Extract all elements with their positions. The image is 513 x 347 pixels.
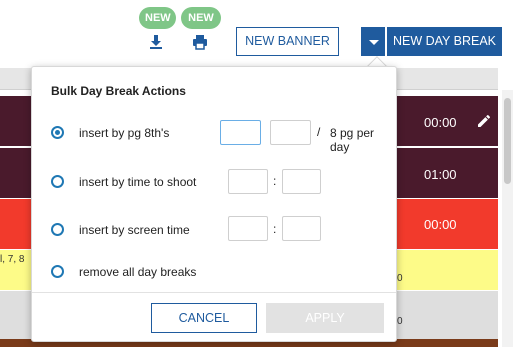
radio-insert-by-pg-8ths[interactable] [51, 126, 64, 139]
colon-separator: : [273, 174, 277, 188]
popover-footer-divider [32, 292, 396, 293]
option-label: insert by pg 8th's [79, 126, 170, 140]
scene-value: 0 [397, 273, 403, 284]
option-label: remove all day breaks [79, 265, 197, 279]
popover-title: Bulk Day Break Actions [51, 84, 186, 98]
screen-time-minutes-input[interactable] [282, 216, 321, 241]
new-banner-button[interactable]: NEW BANNER [236, 27, 339, 56]
row-time: 01:00 [424, 167, 457, 182]
new-badge-download: NEW [139, 7, 176, 29]
slash-separator: / [317, 125, 321, 139]
print-icon[interactable] [192, 34, 208, 50]
colon-separator: : [273, 222, 277, 236]
radio-insert-by-screen-time[interactable] [51, 223, 64, 236]
pg-8ths-input-1[interactable] [220, 120, 261, 145]
row-time: 00:00 [424, 217, 457, 232]
pg-per-day-text: 8 pg per day [330, 126, 375, 154]
day-break-dropdown-button[interactable] [361, 27, 385, 56]
edit-pencil-icon[interactable] [477, 114, 491, 128]
screen-time-hours-input[interactable] [228, 216, 268, 241]
radio-remove-all-day-breaks[interactable] [51, 265, 64, 278]
option-label: insert by screen time [79, 223, 190, 237]
scrollbar-thumb[interactable] [504, 98, 511, 184]
time-to-shoot-minutes-input[interactable] [282, 169, 321, 194]
new-badge-print: NEW [181, 7, 221, 29]
radio-insert-by-time-to-shoot[interactable] [51, 175, 64, 188]
download-icon[interactable] [148, 34, 164, 50]
bulk-day-break-popover: Bulk Day Break Actions insert by pg 8th'… [31, 66, 397, 342]
option-label: insert by time to shoot [79, 175, 197, 189]
time-to-shoot-hours-input[interactable] [228, 169, 268, 194]
scene-value: 0 [397, 316, 403, 327]
row-time: 00:00 [424, 115, 457, 130]
scene-numbers: l, 7, 8 [0, 254, 25, 265]
cancel-button[interactable]: CANCEL [151, 303, 257, 333]
pg-8ths-input-2[interactable] [270, 120, 311, 145]
new-day-break-button[interactable]: NEW DAY BREAK [387, 27, 502, 56]
apply-button[interactable]: APPLY [266, 303, 384, 333]
